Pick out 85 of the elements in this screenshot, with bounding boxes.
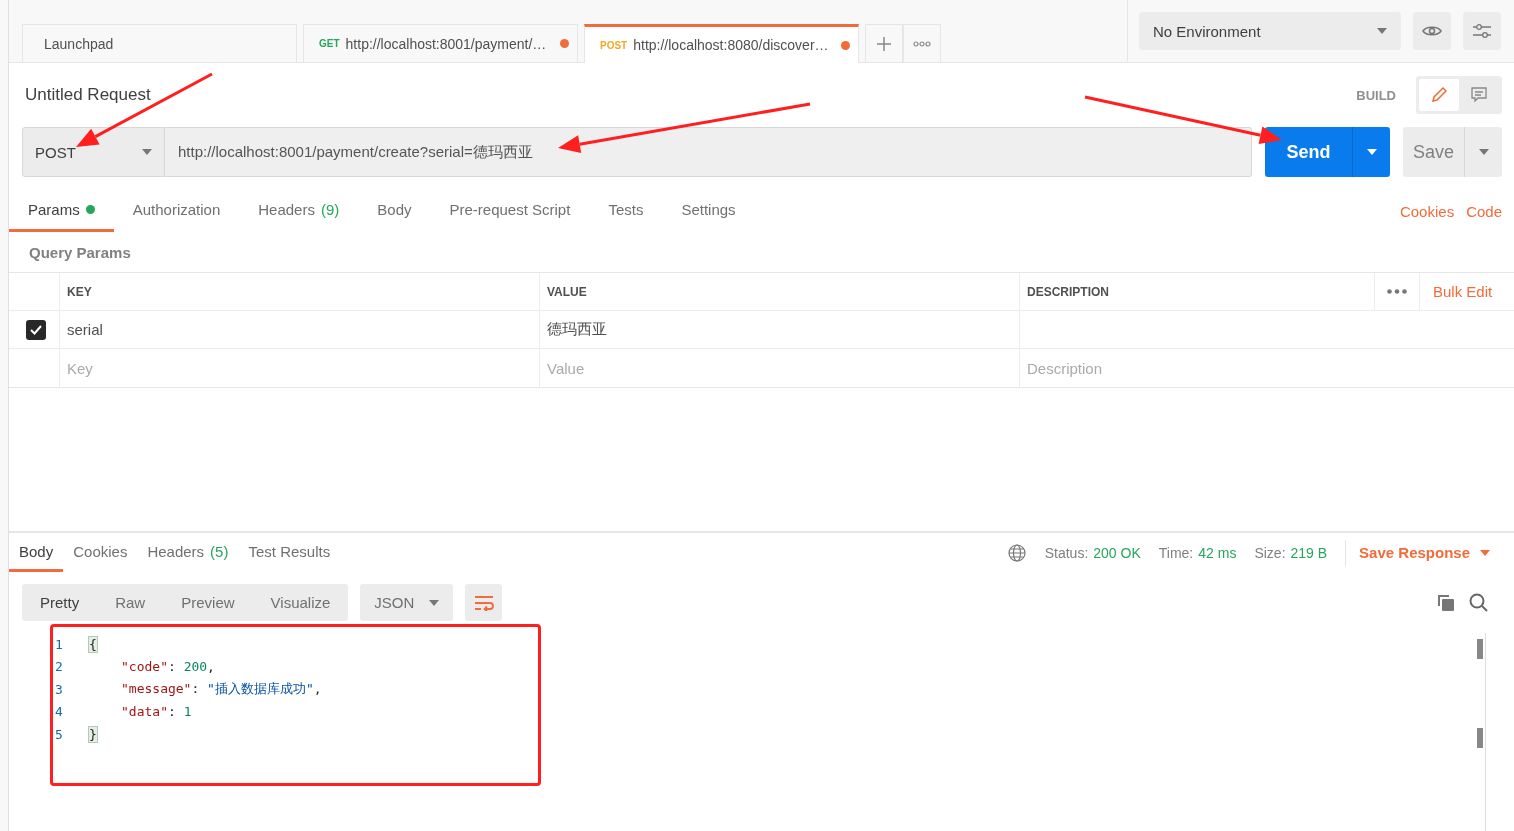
response-tab[interactable]: Headers (5) [137,533,239,572]
view-mode-button[interactable]: Pretty [22,584,98,621]
column-header: KEY [60,273,540,311]
value-input[interactable]: Value [547,359,1012,377]
caret-icon [1478,149,1489,155]
column-header: VALUE [540,273,1020,311]
view-mode-button[interactable]: Raw [97,584,164,621]
status-value: 200 OK [1093,544,1141,561]
request-tab[interactable]: GET http://localhost:8001/payment/… [303,24,578,62]
save-button[interactable]: Save [1403,127,1502,177]
request-section-tab[interactable]: Params [9,190,114,232]
more-icon [913,40,931,47]
time-label: Time: [1158,544,1194,561]
check-icon [30,324,42,335]
code-line: "code": 200, [120,659,215,675]
caret-icon [429,599,440,606]
method-select[interactable]: POST [22,127,165,177]
line-number: 2 [55,659,64,675]
method-label: GET [319,38,340,49]
response-tab[interactable]: Test Results [238,533,341,572]
request-title: Untitled Request [25,85,152,105]
caret-icon [142,149,152,155]
wrap-icon [473,594,494,611]
key-input[interactable]: Key [67,359,532,377]
more-icon[interactable] [1387,289,1407,294]
mode-label: BUILD [1356,87,1396,103]
caret-icon [1480,549,1490,556]
tab-label: http://localhost:8080/discover… [633,37,829,53]
scrollbar-thumb[interactable] [1477,639,1483,659]
request-section-tab[interactable]: Headers (9) [239,190,359,232]
response-tab[interactable]: Body [9,533,64,572]
line-number: 3 [55,681,64,697]
request-tab[interactable]: POST http://localhost:8080/discover… [584,24,859,63]
code-line: "message": "插入数据库成功", [120,680,322,699]
param-key: serial [67,321,103,338]
method-label: POST [600,39,628,51]
column-header: DESCRIPTION [1020,273,1375,311]
line-number: 4 [55,704,64,720]
caret-icon [1366,149,1377,155]
size-value: 219 B [1290,544,1328,561]
view-mode-button[interactable]: Preview [163,584,253,621]
request-section-tab[interactable]: Authorization [113,190,240,232]
save-response-button[interactable]: Save Response [1345,539,1490,566]
description-input[interactable]: Description [1027,359,1507,377]
bulk-edit-link[interactable]: Bulk Edit [1433,283,1493,300]
line-number: 5 [55,726,64,742]
more-tabs-button[interactable] [903,24,941,62]
tab-label: http://localhost:8001/payment/… [345,35,547,52]
line-number: 1 [55,636,64,652]
eye-icon [1422,24,1442,38]
code-line: "data": 1 [120,704,192,720]
environment-quick-look-button[interactable] [1413,12,1451,50]
settings-button[interactable] [1463,12,1501,50]
wrap-lines-button[interactable] [465,584,503,621]
size-label: Size: [1254,544,1286,561]
header-link[interactable]: Code [1466,202,1502,220]
checkbox[interactable] [26,319,46,340]
send-button[interactable]: Send [1265,127,1390,177]
header-link[interactable]: Cookies [1399,202,1455,220]
new-tab-button[interactable] [865,24,903,62]
response-tab[interactable]: Cookies [63,533,138,572]
url-field[interactable]: http://localhost:8001/payment/create?serial=德玛西亚 [165,127,1252,177]
caret-icon [1377,28,1387,34]
copy-icon[interactable] [1437,593,1455,612]
sliders-icon [1472,23,1492,39]
plus-icon [876,35,892,52]
request-section-tab[interactable]: Pre-request Script [430,190,590,232]
request-tab[interactable]: Launchpad [22,24,297,62]
view-mode-button[interactable]: Visualize [252,584,349,621]
scrollbar-thumb[interactable] [1477,728,1483,748]
build-mode-button[interactable] [1419,79,1459,111]
tab-label: Launchpad [44,35,114,52]
environment-select[interactable]: No Environment [1139,12,1401,50]
section-title: Query Params [28,242,132,263]
pencil-icon [1430,86,1448,104]
comment-icon [1470,86,1488,104]
request-section-tab[interactable]: Tests [589,190,663,232]
request-section-tab[interactable]: Body [358,190,431,232]
search-icon[interactable] [1469,593,1488,612]
format-select[interactable]: JSON [360,584,454,621]
status-label: Status: [1044,544,1089,561]
globe-icon [1007,543,1026,562]
time-value: 42 ms [1198,544,1237,561]
request-section-tab[interactable]: Settings [662,190,755,232]
param-value: 德玛西亚 [547,320,607,339]
